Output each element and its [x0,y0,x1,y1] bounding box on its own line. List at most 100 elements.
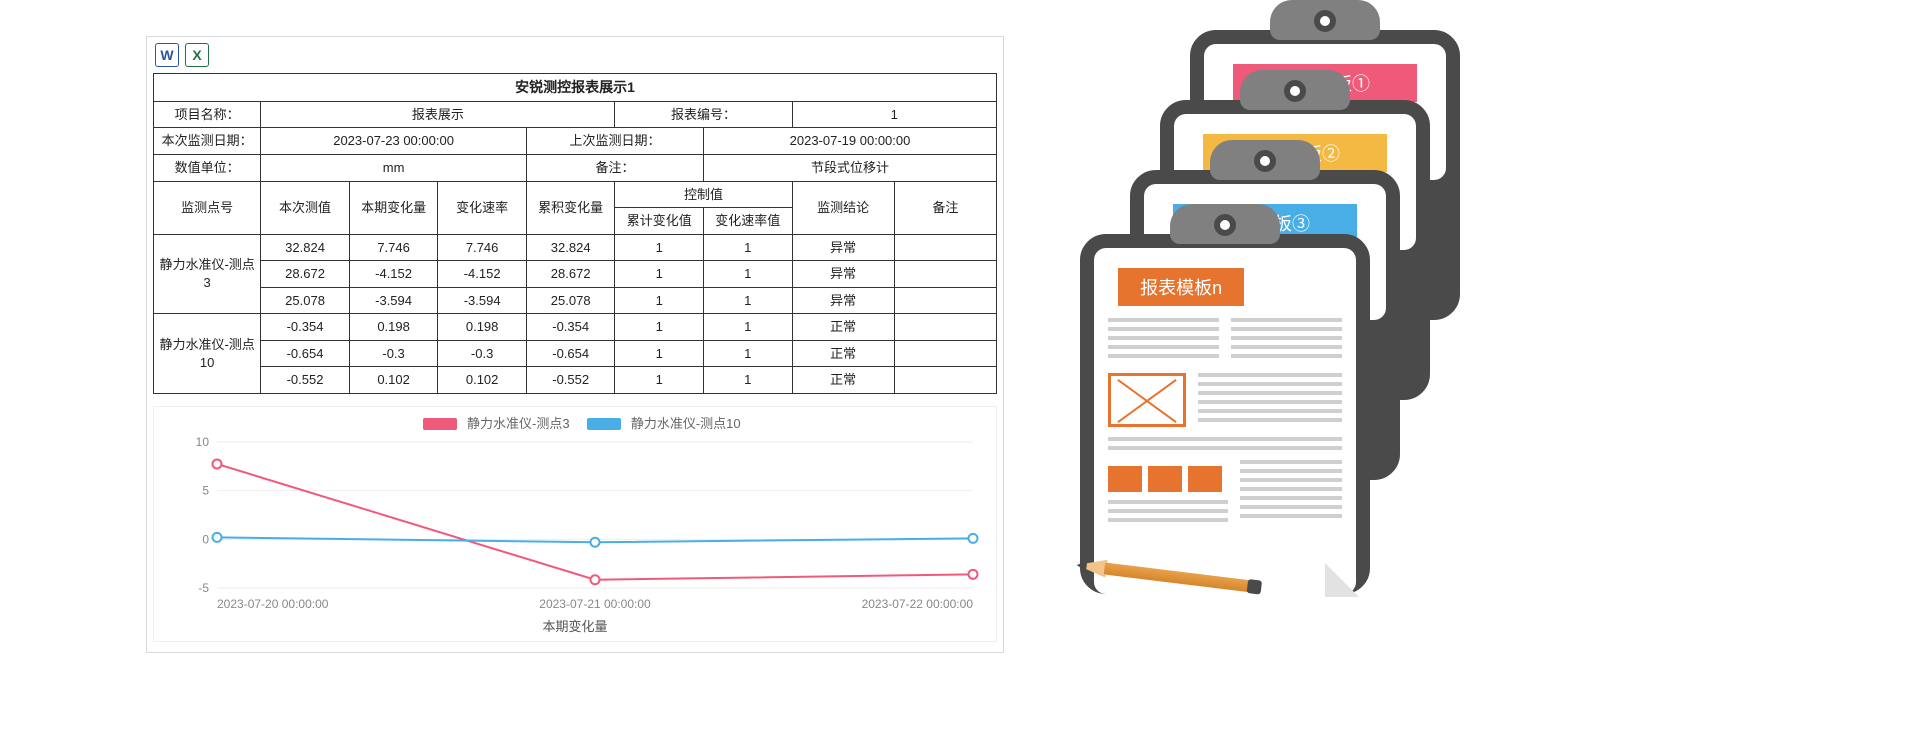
report-table: 安锐测控报表展示1 项目名称： 报表展示 报表编号： 1 本次监测日期： 202… [153,73,997,394]
cell: -3.594 [438,287,527,314]
svg-text:5: 5 [202,484,209,498]
cell: 25.078 [526,287,615,314]
cell: 1 [615,287,704,314]
template-clipboard-n[interactable]: 报表模板n [1080,234,1370,594]
clipboard-clip-icon [1170,204,1280,244]
cell: 0.102 [438,367,527,394]
cell: 32.824 [261,234,350,261]
chart-legend: 静力水准仪-测点3 静力水准仪-测点10 [162,413,988,432]
doc-image-icon [1108,373,1186,427]
legend-label-2: 静力水准仪-测点10 [631,416,741,431]
lbl-unit: 数值单位： [154,154,261,181]
cell: -0.654 [261,340,350,367]
val-this-date: 2023-07-23 00:00:00 [261,128,527,155]
cell: 0.102 [349,367,438,394]
cell: -4.152 [349,261,438,288]
cell: 1 [704,287,793,314]
report-toolbar: W X [153,43,997,73]
cell: -3.594 [349,287,438,314]
legend-swatch-2 [587,418,621,430]
template-label-n: 报表模板n [1118,268,1244,306]
cell: 0.198 [349,314,438,341]
lbl-project: 项目名称： [154,101,261,128]
lbl-last-date: 上次监测日期： [526,128,703,155]
clipboard-clip-icon [1210,140,1320,180]
cell: 1 [704,340,793,367]
cell: 正常 [792,314,894,341]
lbl-remark: 备注： [526,154,703,181]
table-row: -0.654-0.3-0.3-0.65411正常 [154,340,997,367]
cell: 异常 [792,287,894,314]
chart-area: 静力水准仪-测点3 静力水准仪-测点10 -505102023-07-20 00… [153,406,997,642]
cell: -0.654 [526,340,615,367]
cell: 0.198 [438,314,527,341]
cell: -0.354 [526,314,615,341]
hdr-period-change: 本期变化量 [349,181,438,234]
cell: -0.354 [261,314,350,341]
cell: 1 [615,234,704,261]
cell: 25.078 [261,287,350,314]
cell: -0.3 [349,340,438,367]
cell: -0.3 [438,340,527,367]
page-fold-icon [1325,563,1359,597]
chart-title: 本期变化量 [162,616,988,635]
cell-point-name: 静力水准仪-测点3 [154,234,261,314]
clipboard-clip-icon [1240,70,1350,110]
doc-preview-icon [1108,318,1342,363]
table-row: 28.672-4.152-4.15228.67211异常 [154,261,997,288]
cell: 1 [615,340,704,367]
report-panel: W X 安锐测控报表展示1 项目名称： 报表展示 报表编号： 1 本次监测日期：… [146,36,1004,653]
val-unit: mm [261,154,527,181]
hdr-point: 监测点号 [154,181,261,234]
cell: -0.552 [526,367,615,394]
cell: 1 [704,261,793,288]
legend-label-1: 静力水准仪-测点3 [467,416,570,431]
cell: 正常 [792,367,894,394]
cell [894,287,996,314]
cell: 28.672 [261,261,350,288]
val-last-date: 2023-07-19 00:00:00 [704,128,997,155]
doc-blocks-icon [1108,466,1228,492]
cell [894,367,996,394]
hdr-ctrl: 控制值 [615,181,792,208]
table-row: 静力水准仪-测点10-0.3540.1980.198-0.35411正常 [154,314,997,341]
svg-text:2023-07-21 00:00:00: 2023-07-21 00:00:00 [539,597,651,611]
hdr-accum: 累积变化量 [526,181,615,234]
cell: 7.746 [349,234,438,261]
lbl-this-date: 本次监测日期： [154,128,261,155]
cell: 7.746 [438,234,527,261]
hdr-conclusion: 监测结论 [792,181,894,234]
template-stack: 报表模板① 报表模板② 报表模板③ 报表模板n [1060,10,1460,610]
table-row: 25.078-3.594-3.59425.07811异常 [154,287,997,314]
svg-text:2023-07-20 00:00:00: 2023-07-20 00:00:00 [217,597,329,611]
cell [894,314,996,341]
cell: 1 [704,367,793,394]
svg-text:-5: -5 [198,581,209,595]
cell: 32.824 [526,234,615,261]
cell [894,340,996,367]
cell [894,261,996,288]
table-row: 静力水准仪-测点332.8247.7467.74632.82411异常 [154,234,997,261]
cell: 1 [615,314,704,341]
cell [894,234,996,261]
cell: -4.152 [438,261,527,288]
val-project: 报表展示 [261,101,615,128]
svg-text:2023-07-22 00:00:00: 2023-07-22 00:00:00 [862,597,974,611]
val-remark: 节段式位移计 [704,154,997,181]
lbl-report-no: 报表编号： [615,101,792,128]
clipboard-clip-icon [1270,0,1380,40]
chart-svg: -505102023-07-20 00:00:002023-07-21 00:0… [162,434,988,614]
cell: 1 [704,234,793,261]
hdr-remark2: 备注 [894,181,996,234]
svg-text:0: 0 [202,532,209,546]
hdr-this-value: 本次测值 [261,181,350,234]
cell: 1 [615,261,704,288]
cell: 1 [704,314,793,341]
hdr-change-rate: 变化速率 [438,181,527,234]
cell: 异常 [792,234,894,261]
export-word-icon[interactable]: W [155,43,179,67]
cell: 28.672 [526,261,615,288]
export-excel-icon[interactable]: X [185,43,209,67]
report-title: 安锐测控报表展示1 [154,74,997,102]
legend-swatch-1 [423,418,457,430]
